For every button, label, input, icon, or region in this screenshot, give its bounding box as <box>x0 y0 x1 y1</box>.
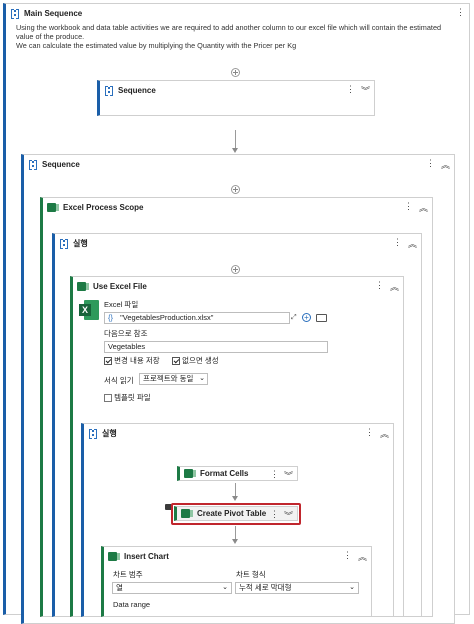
connector-arrow <box>232 496 238 501</box>
insert-chart-header[interactable]: Insert Chart ⋮ ︽ <box>104 547 371 565</box>
reference-label: 다음으로 참조 <box>104 329 148 338</box>
connector-line <box>235 483 236 497</box>
chart-category-value: 열 <box>116 583 123 592</box>
more-options-icon[interactable]: ⋮ <box>404 201 413 214</box>
save-changes-check[interactable] <box>104 357 112 366</box>
chart-type-value: 누적 세로 막대형 <box>239 583 292 592</box>
collapse-icon[interactable]: ︽ <box>390 280 399 293</box>
chevron-down-icon: ⌄ <box>199 375 205 382</box>
expand-field-icon[interactable]: ⤢ <box>291 314 299 322</box>
inner-sequence-activity[interactable]: Sequence ⋮ ︾ <box>97 80 375 116</box>
add-circle-icon[interactable]: + <box>302 313 311 322</box>
collapse-icon[interactable]: ︽ <box>441 158 450 171</box>
sequence-icon <box>28 159 38 170</box>
template-file-check[interactable] <box>104 394 112 403</box>
template-file-label: 템플릿 파일 <box>114 393 151 402</box>
expression-icon[interactable]: {} <box>108 313 113 322</box>
sequence-icon <box>88 428 98 439</box>
use-excel-title: Use Excel File <box>93 281 147 291</box>
add-activity-icon[interactable] <box>231 265 240 274</box>
excel-icon <box>184 469 196 478</box>
add-activity-icon[interactable] <box>231 185 240 194</box>
annotation-line-2: We can calculate the estimated value by … <box>16 41 297 50</box>
create-pivot-title: Create Pivot Table <box>197 509 267 518</box>
more-options-icon[interactable]: ⋮ <box>375 280 384 293</box>
create-if-missing-checkbox[interactable]: 없으면 생성 <box>172 355 219 366</box>
connector-arrow <box>232 148 238 153</box>
collapse-icon[interactable]: ︽ <box>408 237 417 250</box>
sequence-header[interactable]: Sequence ⋮ ︽ <box>24 155 454 173</box>
create-if-missing-label: 없으면 생성 <box>182 356 219 365</box>
chevron-down-icon: ⌄ <box>349 584 355 591</box>
chart-category-dropdown[interactable]: 열 ⌄ <box>112 582 232 594</box>
excel-icon <box>108 551 120 561</box>
format-cells-title: Format Cells <box>200 469 249 478</box>
create-if-missing-check[interactable] <box>172 357 180 366</box>
read-format-value: 프로젝트와 동일 <box>143 374 194 383</box>
annotation-line-1: Using the workbook and data table activi… <box>16 23 442 41</box>
excel-file-field[interactable]: {} "VegetablesProduction.xlsx" <box>104 312 290 324</box>
expand-icon[interactable]: ︾ <box>361 84 370 97</box>
chevron-down-icon: ⌄ <box>222 584 228 591</box>
sequence-icon <box>10 8 20 19</box>
more-options-icon[interactable]: ⋮ <box>456 7 465 18</box>
more-options-icon[interactable]: ⋮ <box>270 469 279 482</box>
more-options-icon[interactable]: ⋮ <box>365 427 374 440</box>
inner-do-header[interactable]: 실행 ⋮ ︽ <box>84 424 393 442</box>
sequence-title: Sequence <box>42 159 80 169</box>
connector-line <box>235 526 236 540</box>
excel-file-value: "VegetablesProduction.xlsx" <box>120 313 214 322</box>
sequence-annotation: Using the workbook and data table activi… <box>16 23 456 50</box>
data-range-label: Data range <box>113 600 151 609</box>
sequence-icon <box>59 238 69 249</box>
collapse-icon[interactable]: ︽ <box>380 427 389 440</box>
more-options-icon[interactable]: ⋮ <box>346 84 355 97</box>
connector-line <box>235 130 236 148</box>
save-changes-label: 변경 내용 저장 <box>114 356 160 365</box>
format-cells-activity[interactable]: Format Cells ⋮ ︾ <box>177 466 298 481</box>
excel-scope-title: Excel Process Scope <box>63 202 144 212</box>
excel-icon <box>181 509 193 518</box>
excel-icon <box>77 281 89 291</box>
chart-type-label: 차트 형식 <box>236 570 266 579</box>
do-sequence-header[interactable]: 실행 ⋮ ︽ <box>55 234 421 252</box>
more-options-icon[interactable]: ⋮ <box>343 550 352 563</box>
folder-icon[interactable] <box>316 314 327 322</box>
chart-type-dropdown[interactable]: 누적 세로 막대형 ⌄ <box>235 582 359 594</box>
expand-icon[interactable]: ︾ <box>284 469 293 482</box>
read-format-dropdown[interactable]: 프로젝트와 동일 ⌄ <box>139 373 208 385</box>
use-excel-header[interactable]: Use Excel File ⋮ ︽ <box>73 277 403 295</box>
inner-sequence-title: Sequence <box>118 85 156 95</box>
expand-icon[interactable]: ︾ <box>284 509 293 522</box>
excel-scope-header[interactable]: Excel Process Scope ⋮ ︽ <box>43 198 432 216</box>
collapse-icon[interactable]: ︽ <box>419 201 428 214</box>
more-options-icon[interactable]: ⋮ <box>426 158 435 171</box>
save-changes-checkbox[interactable]: 변경 내용 저장 <box>104 355 160 366</box>
chart-category-label: 차트 범주 <box>113 570 143 579</box>
inner-do-title: 실행 <box>102 428 117 438</box>
reference-name-field[interactable]: Vegetables <box>104 341 328 353</box>
main-sequence-header[interactable]: Main Sequence ⋮ <box>6 4 469 22</box>
more-options-icon[interactable]: ⋮ <box>270 509 279 522</box>
insert-chart-title: Insert Chart <box>124 551 169 561</box>
excel-icon <box>47 202 59 212</box>
add-activity-icon[interactable] <box>231 68 240 77</box>
inner-sequence-header[interactable]: Sequence ⋮ ︾ <box>100 81 374 99</box>
main-sequence-title: Main Sequence <box>24 8 83 18</box>
collapse-icon[interactable]: ︽ <box>358 550 367 563</box>
excel-file-label: Excel 파일 <box>104 300 139 309</box>
read-format-label: 서식 읽기 <box>104 376 134 385</box>
connector-arrow <box>232 539 238 544</box>
create-pivot-table-activity[interactable]: Create Pivot Table ⋮ ︾ <box>174 506 298 521</box>
template-file-checkbox[interactable]: 템플릿 파일 <box>104 392 151 403</box>
excel-file-icon: X <box>79 300 99 320</box>
more-options-icon[interactable]: ⋮ <box>393 237 402 250</box>
do-sequence-title: 실행 <box>73 238 88 248</box>
sequence-icon <box>104 85 114 96</box>
